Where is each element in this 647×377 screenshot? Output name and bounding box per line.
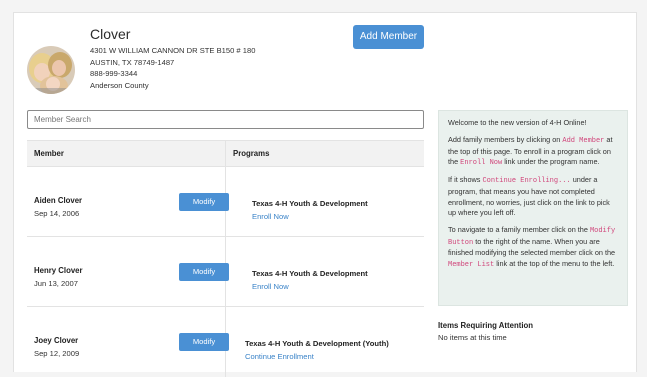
help-paragraph-add: Add family members by clicking on Add Me… <box>448 135 613 168</box>
table-row: Aiden Clover Sep 14, 2006 Modify Texas 4… <box>27 167 424 237</box>
household-card: Clover 4301 W WILLIAM CANNON DR STE B150… <box>13 12 637 377</box>
code-member-list: Member List <box>448 261 495 270</box>
help-paragraph-continue: If it shows Continue Enrolling... under … <box>448 175 610 218</box>
help-paragraph-navigate: To navigate to a family member click on … <box>448 225 616 270</box>
attention-text: No items at this time <box>438 333 507 342</box>
program-name: Texas 4-H Youth & Development <box>252 199 368 208</box>
programs-column-header: Programs <box>233 149 270 158</box>
modify-button[interactable]: Modify <box>179 193 229 211</box>
member-column-header: Member <box>34 149 64 158</box>
attention-title: Items Requiring Attention <box>438 321 534 330</box>
code-enroll-now: Enroll Now <box>460 159 503 168</box>
household-name: Clover <box>90 26 131 42</box>
county: Anderson County <box>90 80 149 90</box>
continue-enrollment-link[interactable]: Continue Enrollment <box>245 352 314 361</box>
member-birthdate: Sep 12, 2009 <box>34 349 80 358</box>
modify-button[interactable]: Modify <box>179 333 229 351</box>
modify-button[interactable]: Modify <box>179 263 229 281</box>
member-birthdate: Sep 14, 2006 <box>34 209 80 218</box>
member-search-input[interactable] <box>27 110 424 129</box>
member-name: Aiden Clover <box>34 196 83 205</box>
table-row: Henry Clover Jun 13, 2007 Modify Texas 4… <box>27 237 424 307</box>
phone-number: 888-999-3344 <box>90 69 138 78</box>
enroll-now-link[interactable]: Enroll Now <box>252 212 289 221</box>
family-photo <box>27 46 75 94</box>
table-row: Joey Clover Sep 12, 2009 Modify Texas 4-… <box>27 307 424 377</box>
member-table: Member Programs Aiden Clover Sep 14, 200… <box>27 140 424 377</box>
welcome-text: Welcome to the new version of 4-H Online… <box>448 118 587 127</box>
member-name: Joey Clover <box>34 336 79 345</box>
address-line-2: AUSTIN, TX 78749-1487 <box>90 57 175 67</box>
program-name: Texas 4-H Youth & Development (Youth) <box>245 339 389 348</box>
program-name: Texas 4-H Youth & Development <box>252 269 368 278</box>
member-name: Henry Clover <box>34 266 83 275</box>
help-panel: Welcome to the new version of 4-H Online… <box>438 110 628 306</box>
table-header: Member Programs <box>27 140 424 167</box>
member-birthdate: Jun 13, 2007 <box>34 279 78 288</box>
code-continue-enrolling: Continue Enrolling... <box>482 177 571 186</box>
code-add-member: Add Member <box>562 137 605 146</box>
add-member-button[interactable]: Add Member <box>353 25 424 49</box>
address-line-1: 4301 W WILLIAM CANNON DR STE B150 # 180 <box>90 46 256 55</box>
family-photo-icon <box>27 46 75 94</box>
enroll-now-link[interactable]: Enroll Now <box>252 282 289 291</box>
